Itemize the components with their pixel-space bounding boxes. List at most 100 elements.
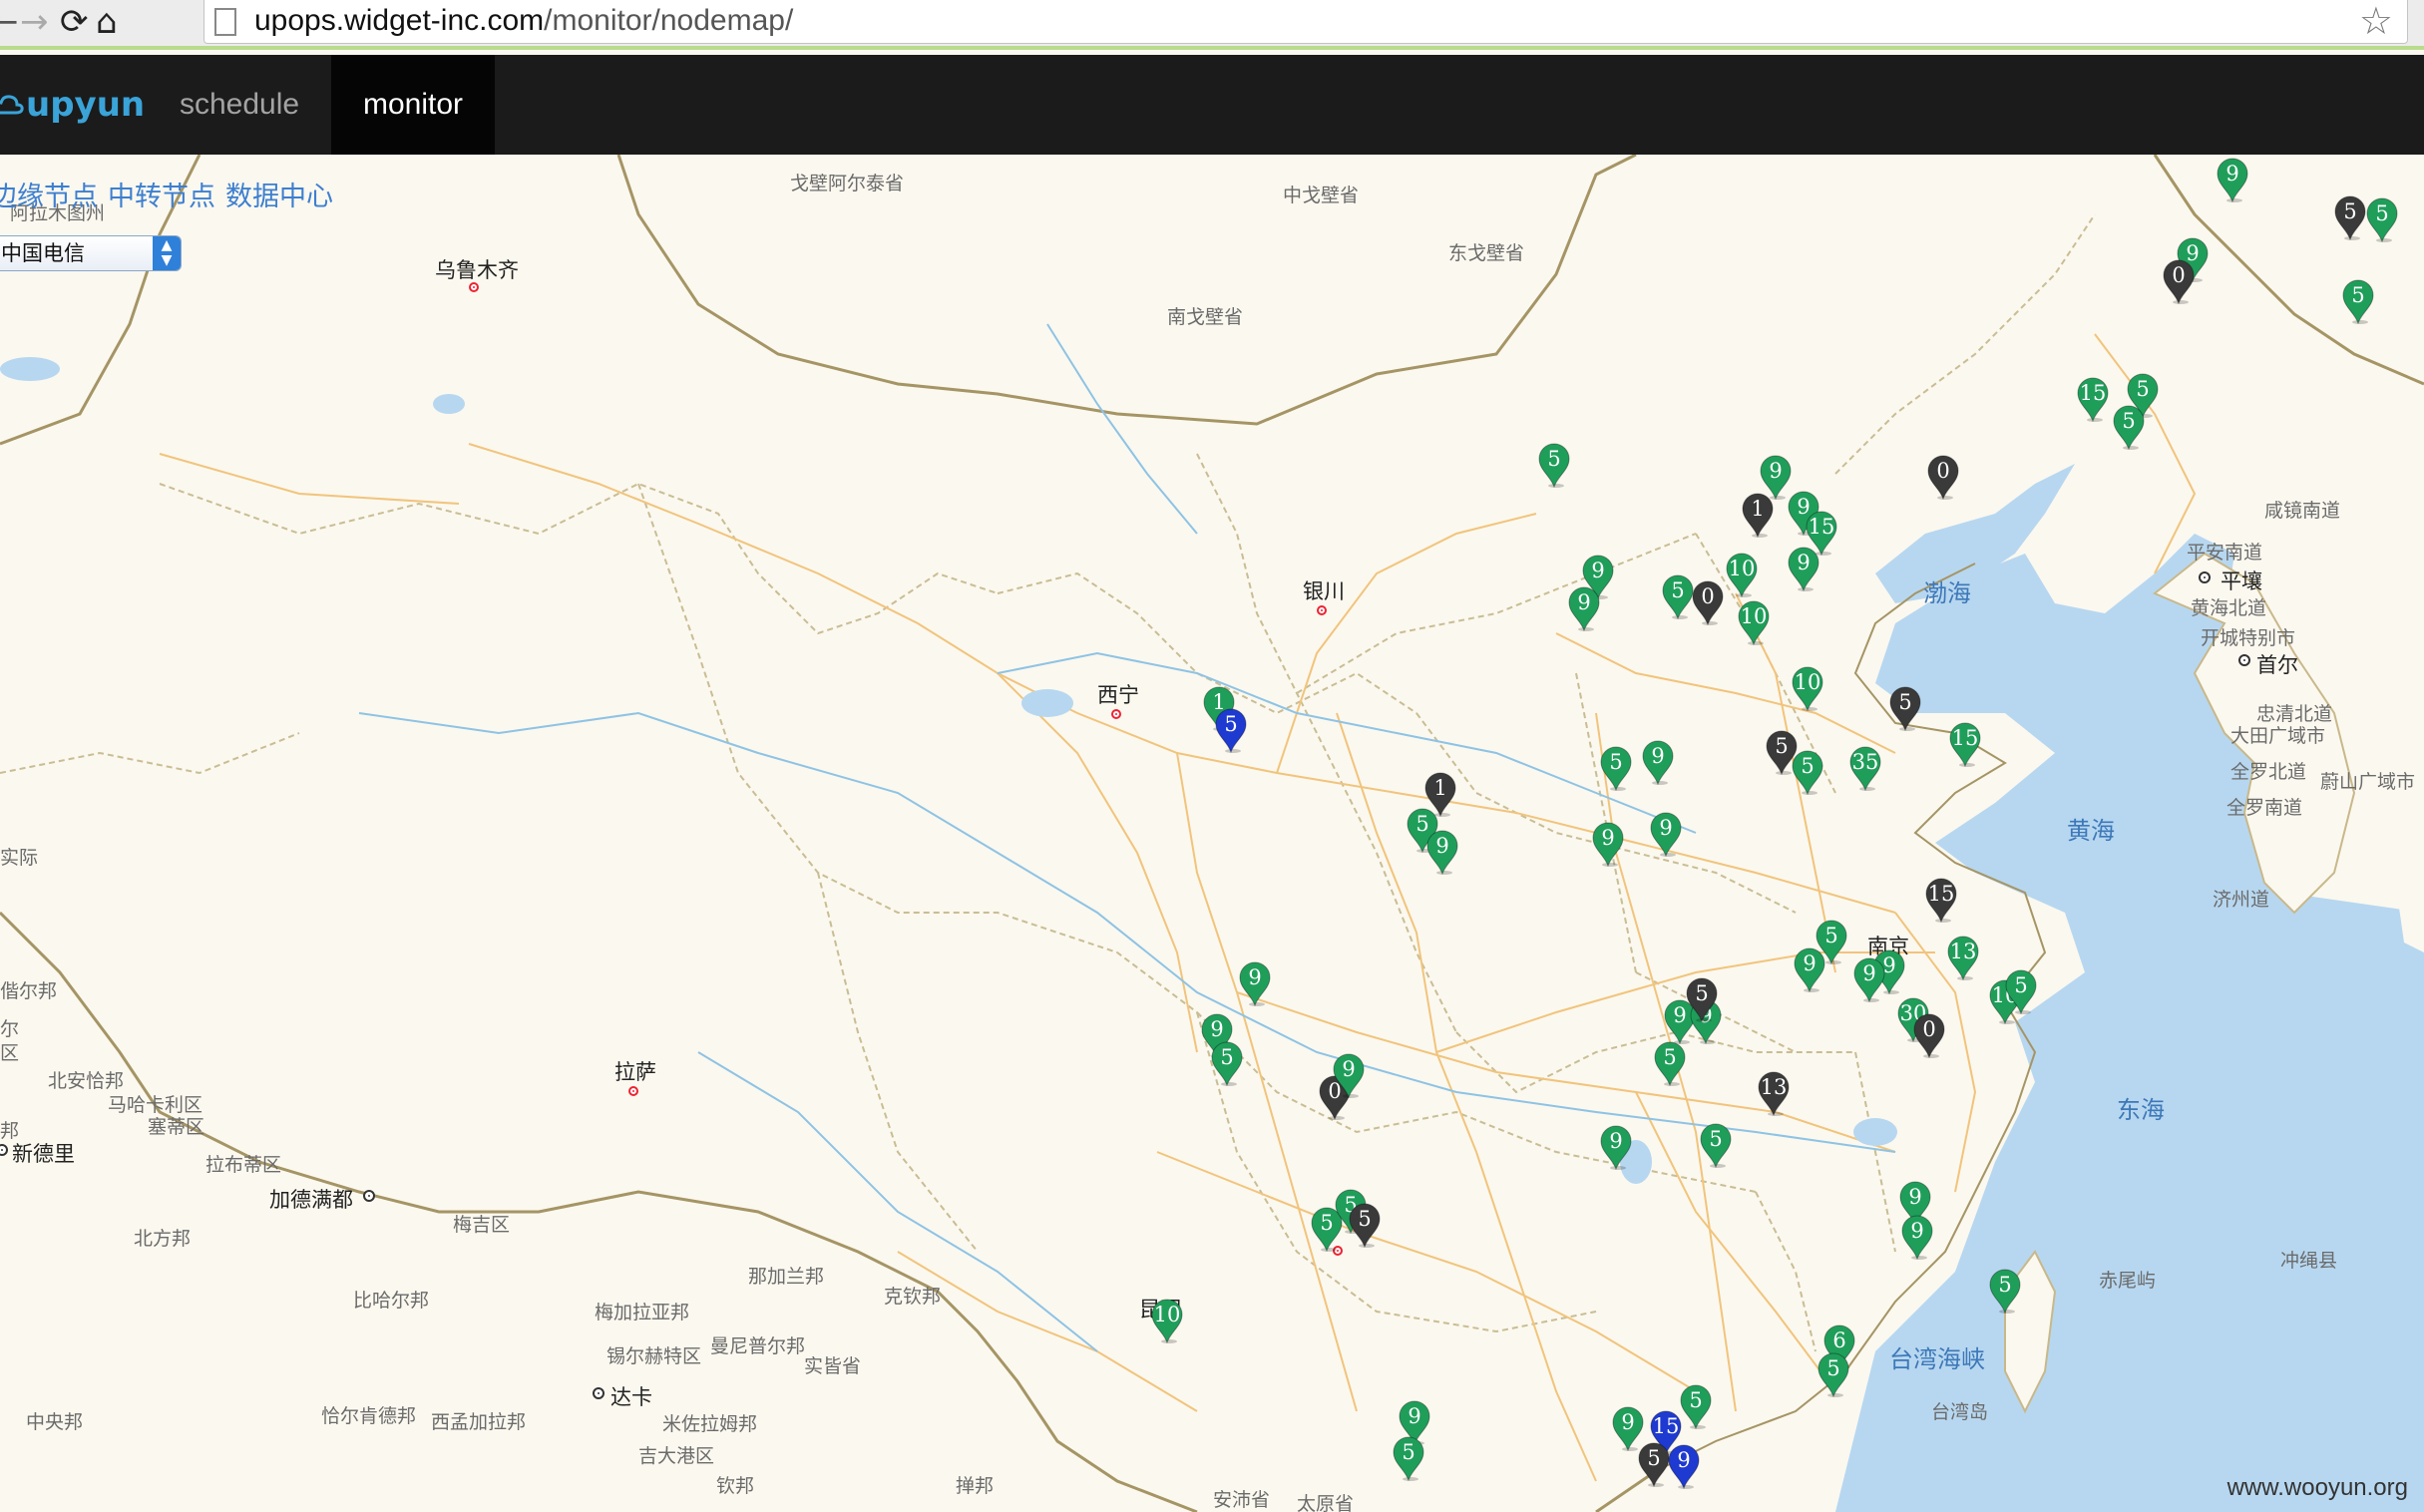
region-label: 西孟加拉邦 <box>431 1411 527 1433</box>
node-marker[interactable]: 5 <box>1684 976 1720 1022</box>
node-count: 9 <box>1862 961 1876 985</box>
region-label: 太原省 <box>1297 1493 1355 1512</box>
node-count: 9 <box>1342 1057 1356 1081</box>
node-marker[interactable]: 5 <box>2364 196 2400 242</box>
back-icon[interactable]: ← <box>0 2 19 42</box>
node-marker[interactable]: 10 <box>1790 665 1825 711</box>
region-label: 台湾岛 <box>1931 1401 1989 1423</box>
node-marker[interactable]: 15 <box>2075 376 2111 422</box>
node-marker[interactable]: 5 <box>1213 707 1249 753</box>
node-marker[interactable]: 5 <box>2332 194 2368 240</box>
node-type-legend: 边缘节点 中转节点 数据中心 <box>0 175 343 213</box>
home-icon[interactable]: ⌂ <box>96 2 118 42</box>
region-label: 戈壁阿尔泰省 <box>790 173 905 194</box>
node-marker[interactable]: 9 <box>1590 821 1626 867</box>
nav-monitor[interactable]: monitor <box>331 55 495 155</box>
node-marker[interactable]: 5 <box>1790 749 1825 795</box>
city-label: 西宁 <box>1097 683 1139 707</box>
node-marker[interactable]: 5 <box>1698 1122 1734 1168</box>
capital-marker-icon <box>2199 571 2211 583</box>
node-marker[interactable]: 9 <box>1899 1214 1935 1260</box>
node-map[interactable]: 乌鲁木齐 西宁 银川 拉萨 南京 昆明 首尔 平壤 新德里 加德满都 达卡 渤海… <box>0 155 2424 1512</box>
node-marker[interactable]: 13 <box>1945 935 1981 980</box>
node-marker[interactable]: 5 <box>1391 1435 1426 1481</box>
region-label: 曼尼普尔邦 <box>710 1335 806 1357</box>
node-count: 5 <box>1609 750 1623 774</box>
node-marker[interactable]: 5 <box>1347 1202 1383 1248</box>
legend-datacenter[interactable]: 数据中心 <box>225 182 333 212</box>
node-marker[interactable]: 9 <box>1786 546 1821 591</box>
lake <box>433 394 465 414</box>
url-text: upops.widget-inc.com/monitor/nodemap/ <box>254 4 794 37</box>
node-count: 15 <box>1808 515 1835 539</box>
node-count: 1 <box>1433 776 1447 800</box>
node-marker[interactable]: 0 <box>1925 454 1961 500</box>
node-marker[interactable]: 13 <box>1756 1070 1792 1116</box>
city-marker-icon <box>1111 709 1121 719</box>
legend-edge-node[interactable]: 边缘节点 <box>0 182 98 212</box>
region-label: 平安南道 <box>2187 542 2263 564</box>
node-marker[interactable]: 9 <box>1566 585 1602 631</box>
node-marker[interactable]: 5 <box>1814 919 1849 964</box>
node-count: 5 <box>1801 754 1815 778</box>
region-label: 区 <box>0 1042 20 1064</box>
node-count: 9 <box>1769 459 1783 483</box>
node-marker[interactable]: 0 <box>1690 579 1726 625</box>
region-label: 塞蒂区 <box>148 1116 205 1138</box>
node-marker[interactable]: 9 <box>1237 960 1273 1006</box>
node-count: 9 <box>1435 834 1449 858</box>
watermark: www.wooyun.org <box>2226 1474 2408 1501</box>
region-label: 赤尾屿 <box>2099 1270 2157 1292</box>
node-marker[interactable]: 5 <box>2111 404 2147 450</box>
node-count: 5 <box>1998 1273 2012 1297</box>
node-marker[interactable]: 5 <box>2003 968 2039 1014</box>
node-count: 5 <box>1826 1356 1840 1380</box>
node-marker[interactable]: 5 <box>1598 745 1634 791</box>
node-marker[interactable]: 10 <box>1149 1298 1185 1343</box>
node-marker[interactable]: 5 <box>1987 1268 2023 1314</box>
node-marker[interactable]: 1 <box>1740 492 1776 538</box>
node-marker[interactable]: 9 <box>1640 739 1676 785</box>
node-marker[interactable]: 15 <box>1923 877 1959 923</box>
region-label: 尔 <box>0 1018 20 1040</box>
region-label: 钦邦 <box>716 1475 755 1497</box>
page-icon <box>214 8 236 36</box>
isp-select[interactable]: 中国电信 ▲ ▼ <box>0 235 182 271</box>
node-count: 9 <box>1609 1129 1623 1153</box>
node-marker[interactable]: 15 <box>1947 721 1983 767</box>
node-marker[interactable]: 9 <box>1666 1443 1702 1489</box>
node-marker[interactable]: 5 <box>1536 442 1572 488</box>
sea-label: 渤海 <box>1923 579 1971 607</box>
legend-relay-node[interactable]: 中转节点 <box>108 182 215 212</box>
node-count: 10 <box>1740 604 1768 628</box>
node-marker[interactable]: 5 <box>1209 1040 1245 1086</box>
node-marker[interactable]: 35 <box>1847 745 1883 791</box>
node-count: 9 <box>1797 551 1811 574</box>
node-marker[interactable]: 10 <box>1736 599 1772 645</box>
node-marker[interactable]: 0 <box>2161 258 2197 304</box>
node-marker[interactable]: 0 <box>1911 1012 1947 1058</box>
capital-marker-icon <box>363 1190 375 1202</box>
node-marker[interactable]: 5 <box>1816 1351 1851 1397</box>
select-arrows-icon: ▲ ▼ <box>153 236 181 270</box>
bookmark-star-icon[interactable]: ☆ <box>2359 0 2393 42</box>
reload-icon[interactable]: ⟳ <box>60 2 89 42</box>
node-marker[interactable]: 9 <box>2215 157 2250 202</box>
region-label: 拉布蒂区 <box>205 1154 282 1176</box>
forward-icon[interactable]: → <box>20 2 49 42</box>
node-marker[interactable]: 9 <box>1424 829 1460 875</box>
region-label: 开城特别市 <box>2201 627 2296 649</box>
node-marker[interactable]: 10 <box>1724 552 1760 597</box>
node-marker[interactable]: 5 <box>1652 1040 1688 1086</box>
node-marker[interactable]: 5 <box>1887 685 1923 731</box>
address-bar[interactable]: upops.widget-inc.com/monitor/nodemap/ ☆ <box>203 0 2408 44</box>
region-label: 安沛省 <box>1213 1489 1271 1511</box>
nav-schedule[interactable]: schedule <box>160 55 319 155</box>
node-marker[interactable]: 5 <box>2340 278 2376 324</box>
node-marker[interactable]: 9 <box>1598 1124 1634 1170</box>
region-label: 蔚山广域市 <box>2320 771 2416 793</box>
node-marker[interactable]: 9 <box>1851 956 1887 1002</box>
node-marker[interactable]: 9 <box>1648 811 1684 857</box>
node-count: 9 <box>1908 1185 1922 1209</box>
node-marker[interactable]: 9 <box>1331 1052 1367 1098</box>
